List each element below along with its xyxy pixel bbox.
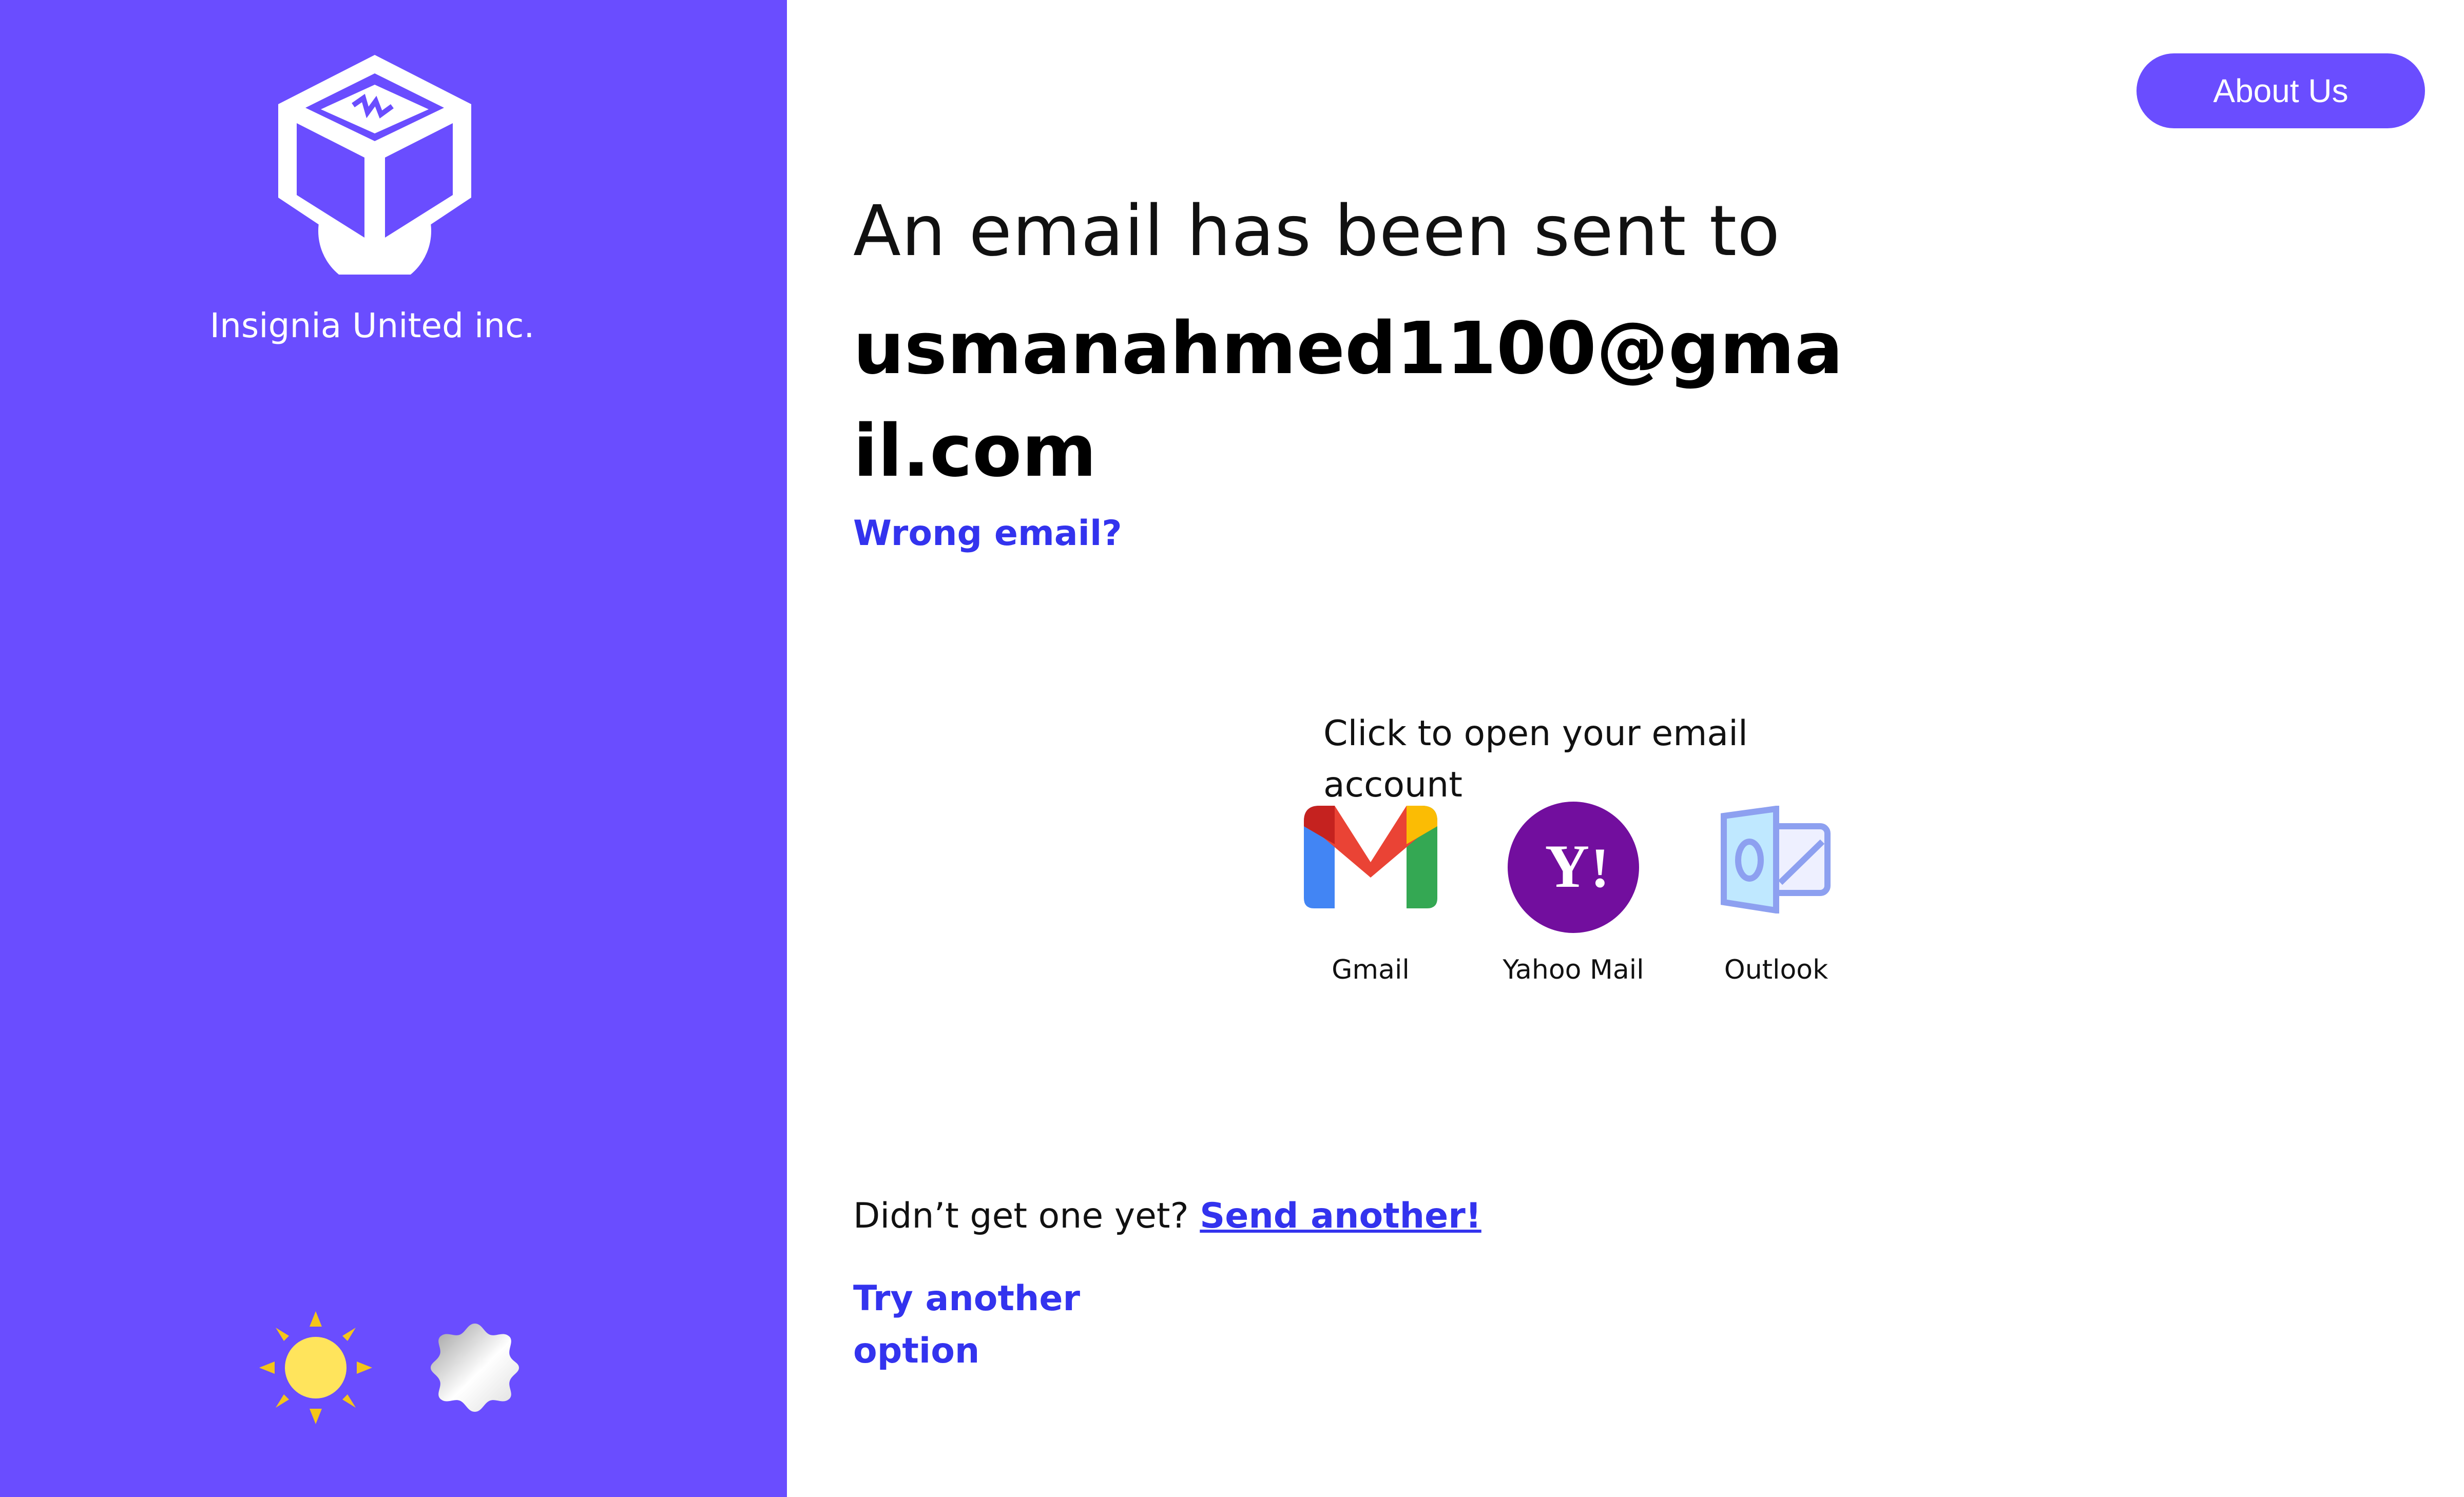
outlook-option[interactable]: Outlook [1694,806,1858,996]
sidebar: Insignia United inc. [0,0,787,1497]
outlook-label: Outlook [1724,955,1828,985]
svg-text:Y: Y [1545,832,1590,900]
gear-icon[interactable] [429,1321,521,1414]
yahoo-mail-icon: Y ! [1508,802,1639,933]
wrong-email-link[interactable]: Wrong email? [853,513,1122,554]
send-another-link[interactable]: Send another! [1200,1196,1481,1236]
cube-box-logo [278,55,471,275]
yahoo-mail-label: Yahoo Mail [1503,955,1644,985]
gmail-label: Gmail [1332,955,1410,985]
page-title: An email has been sent to [853,191,1781,272]
email-address: usmanahmed1100@gmail.com [853,307,1843,493]
gmail-option[interactable]: Gmail [1288,806,1453,996]
open-email-prompt: Click to open your email account [1323,713,1748,805]
outlook-icon [1721,806,1831,913]
resend-line: Didn’t get one yet? Send another! [853,1196,1481,1236]
gmail-icon [1304,806,1437,908]
resend-prompt: Didn’t get one yet? [853,1196,1189,1236]
try-another-option-link[interactable]: Try another option [853,1273,1110,1377]
company-name: Insignia United inc. [209,306,535,345]
sun-icon[interactable] [259,1311,372,1424]
svg-text:!: ! [1591,837,1610,899]
about-us-button[interactable]: About Us [2136,53,2425,128]
yahoo-mail-option[interactable]: Y ! Yahoo Mail [1491,802,1656,996]
